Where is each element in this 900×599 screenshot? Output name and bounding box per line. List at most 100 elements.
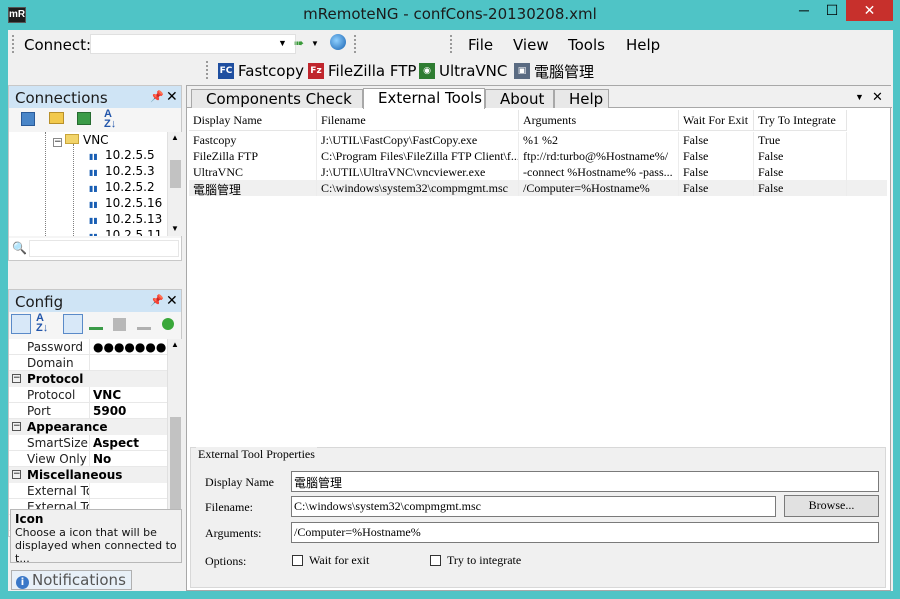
search-input[interactable]: [29, 240, 179, 257]
new-connection-icon[interactable]: [21, 112, 35, 126]
ext-tool-filezilla-button[interactable]: Fz FileZilla FTP: [308, 61, 416, 81]
property-value[interactable]: Aspect: [93, 436, 139, 450]
try-to-integrate-checkbox[interactable]: Try to integrate: [430, 553, 521, 568]
table-cell[interactable]: C:\windows\system32\compmgmt.msc: [317, 180, 519, 196]
config-panel-header[interactable]: Config 📌 ✕: [9, 290, 181, 312]
protocol-dropdown-icon[interactable]: ▼: [311, 39, 319, 48]
checkbox-box[interactable]: [292, 555, 303, 566]
ext-tool-fastcopy-button[interactable]: FC Fastcopy: [218, 61, 304, 81]
property-row[interactable]: Domain: [9, 355, 167, 371]
table-cell[interactable]: /Computer=%Hostname%: [519, 180, 679, 196]
categorized-icon[interactable]: [11, 314, 31, 334]
tab-components-check[interactable]: Components Check: [191, 89, 363, 108]
minimize-button[interactable]: ─: [791, 0, 817, 21]
menu-file[interactable]: File: [468, 36, 493, 54]
wait-for-exit-checkbox[interactable]: Wait for exit: [292, 553, 369, 568]
table-cell[interactable]: False: [679, 164, 754, 180]
tree-folder-vnc[interactable]: − VNC: [53, 133, 109, 147]
property-row[interactable]: SmartSize M Aspect: [9, 435, 167, 451]
property-grid[interactable]: Password ●●●●●●● Domain − Protocol Protocol VN…: [9, 339, 167, 536]
pin-icon[interactable]: 📌: [150, 294, 164, 307]
tree-host-item[interactable]: ▮▮ 10.2.5.16: [89, 196, 162, 210]
sort-az-icon[interactable]: A Z↓: [36, 313, 48, 334]
inheritance-icon[interactable]: [89, 318, 103, 330]
collapse-icon[interactable]: −: [12, 374, 21, 383]
external-tools-grid[interactable]: Display Name Filename Arguments Wait For…: [189, 110, 887, 435]
collapse-icon[interactable]: −: [53, 138, 62, 147]
tab-help[interactable]: Help: [554, 89, 609, 108]
connections-panel-header[interactable]: Connections 📌 ✕: [9, 86, 181, 108]
tab-about[interactable]: About: [485, 89, 554, 108]
table-cell[interactable]: False: [754, 180, 847, 196]
table-cell[interactable]: FileZilla FTP: [189, 148, 317, 164]
property-row[interactable]: Port 5900: [9, 403, 167, 419]
tree-host-item[interactable]: ▮▮ 10.2.5.2: [89, 180, 155, 194]
property-value[interactable]: ●●●●●●●: [93, 340, 166, 354]
pin-icon[interactable]: 📌: [150, 90, 164, 103]
property-category[interactable]: − Appearance: [9, 419, 167, 435]
table-cell[interactable]: Fastcopy: [189, 132, 317, 148]
scroll-up-icon[interactable]: ▲: [171, 340, 179, 349]
table-row[interactable]: Fastcopy J:\UTIL\FastCopy\FastCopy.exe %1 …: [189, 132, 887, 148]
toolbar-grip[interactable]: [450, 35, 454, 53]
tree-host-item[interactable]: ▮▮ 10.2.5.3: [89, 164, 155, 178]
close-icon[interactable]: ✕: [166, 88, 178, 105]
globe-icon[interactable]: [330, 34, 346, 50]
table-cell[interactable]: False: [679, 148, 754, 164]
table-cell[interactable]: 電腦管理: [189, 180, 317, 196]
table-cell[interactable]: False: [679, 132, 754, 148]
table-cell[interactable]: True: [754, 132, 847, 148]
default-properties-icon[interactable]: [113, 318, 126, 331]
display-name-input[interactable]: 電腦管理: [291, 471, 879, 492]
property-value[interactable]: 5900: [93, 404, 126, 418]
column-header-filename[interactable]: Filename: [317, 110, 519, 131]
column-header-try-to-integrate[interactable]: Try To Integrate: [754, 110, 847, 131]
table-cell[interactable]: False: [679, 180, 754, 196]
toolbar-grip[interactable]: [354, 35, 358, 53]
new-folder-icon[interactable]: [49, 112, 64, 124]
arguments-input[interactable]: /Computer=%Hostname%: [291, 522, 879, 543]
property-row[interactable]: View Only No: [9, 451, 167, 467]
table-cell[interactable]: C:\Program Files\FileZilla FTP Client\f.…: [317, 148, 519, 164]
scrollbar-thumb[interactable]: [170, 417, 181, 509]
connect-arrow-icon[interactable]: ➠: [294, 36, 304, 50]
property-row[interactable]: External Too: [9, 483, 167, 499]
tree-scrollbar[interactable]: ▲ ▼: [167, 132, 182, 236]
connect-dropdown-arrow[interactable]: ▼: [278, 38, 287, 48]
column-header-wait-for-exit[interactable]: Wait For Exit: [679, 110, 754, 131]
browse-button[interactable]: Browse...: [784, 495, 879, 517]
view-icon[interactable]: [77, 112, 91, 125]
menu-tools[interactable]: Tools: [568, 36, 605, 54]
tab-list-dropdown-icon[interactable]: ▼: [855, 92, 864, 102]
collapse-icon[interactable]: −: [12, 470, 21, 479]
scroll-down-icon[interactable]: ▼: [171, 224, 179, 233]
tree-host-item[interactable]: ▮▮ 10.2.5.5: [89, 148, 155, 162]
ext-tool-computer-management-button[interactable]: ▣ 電腦管理: [514, 61, 594, 81]
property-scrollbar[interactable]: ▲ ▼: [167, 339, 182, 536]
property-row[interactable]: Password ●●●●●●●: [9, 339, 167, 355]
column-header-arguments[interactable]: Arguments: [519, 110, 679, 131]
table-cell[interactable]: %1 %2: [519, 132, 679, 148]
table-row[interactable]: FileZilla FTP C:\Program Files\FileZilla …: [189, 148, 887, 164]
property-row[interactable]: Protocol VNC: [9, 387, 167, 403]
sort-az-icon[interactable]: A Z↓: [104, 109, 116, 130]
property-category[interactable]: − Protocol: [9, 371, 167, 387]
host-status-icon[interactable]: [162, 318, 174, 330]
property-category[interactable]: − Miscellaneous: [9, 467, 167, 483]
ext-tool-ultravnc-button[interactable]: ◉ UltraVNC: [419, 61, 507, 81]
scroll-up-icon[interactable]: ▲: [171, 133, 179, 142]
connect-input[interactable]: [90, 34, 296, 54]
table-cell[interactable]: J:\UTIL\FastCopy\FastCopy.exe: [317, 132, 519, 148]
property-value[interactable]: VNC: [93, 388, 121, 402]
table-cell[interactable]: False: [754, 164, 847, 180]
toolbar-grip[interactable]: [12, 35, 16, 53]
notifications-tab[interactable]: i Notifications: [11, 570, 132, 590]
filename-input[interactable]: C:\windows\system32\compmgmt.msc: [291, 496, 776, 517]
close-icon[interactable]: ✕: [166, 292, 178, 309]
close-button[interactable]: ✕: [846, 0, 893, 21]
default-inheritance-icon[interactable]: [137, 318, 151, 330]
table-cell[interactable]: J:\UTIL\UltraVNC\vncviewer.exe: [317, 164, 519, 180]
connections-tree[interactable]: − VNC ▮▮ 10.2.5.5 ▮▮ 10.2.5.3 ▮▮ 10.2.5.2 ▮▮…: [9, 132, 169, 236]
collapse-icon[interactable]: −: [12, 422, 21, 431]
checkbox-box[interactable]: [430, 555, 441, 566]
